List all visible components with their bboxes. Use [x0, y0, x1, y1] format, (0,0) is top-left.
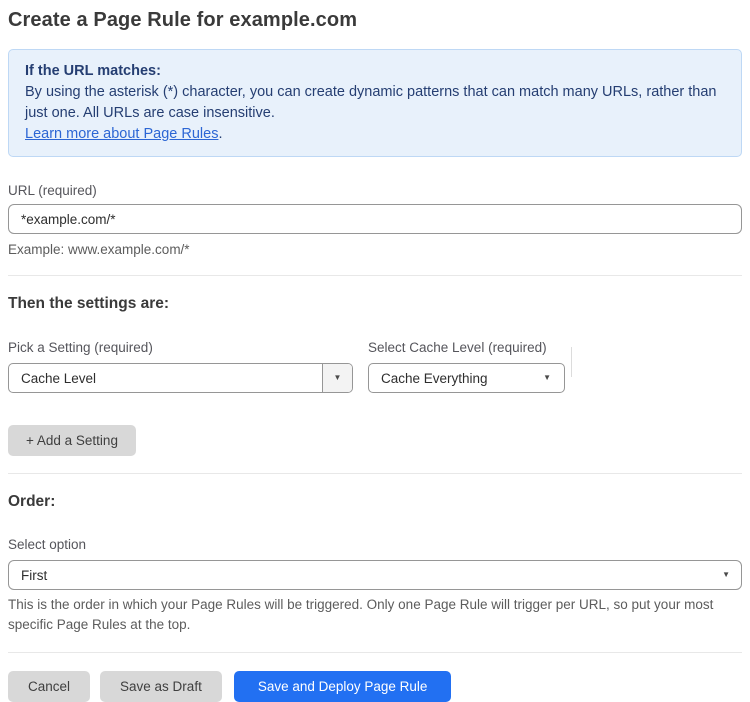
settings-row: Pick a Setting (required) Cache Level ▼ …	[8, 340, 742, 393]
order-select-value: First	[21, 567, 48, 583]
save-as-draft-button[interactable]: Save as Draft	[100, 671, 222, 702]
chevron-down-icon: ▼	[543, 373, 551, 382]
page-rule-form: Create a Page Rule for example.com If th…	[0, 9, 750, 702]
chevron-down-icon: ▼	[722, 570, 730, 579]
chevron-down-icon: ▼	[333, 373, 342, 382]
order-section-heading: Order:	[8, 493, 56, 510]
cache-level-column-wrap: Select Cache Level (required) Cache Ever…	[368, 340, 572, 393]
divider	[8, 275, 742, 276]
url-input[interactable]	[8, 204, 742, 234]
url-example-helper: Example: www.example.com/*	[8, 242, 190, 257]
pick-setting-dropdown[interactable]: Cache Level ▼	[8, 363, 353, 393]
cache-level-label: Select Cache Level (required)	[368, 340, 547, 355]
cancel-button[interactable]: Cancel	[8, 671, 91, 702]
info-box-heading: If the URL matches:	[25, 63, 161, 79]
settings-section-heading: Then the settings are:	[8, 295, 170, 312]
order-select[interactable]: First ▼	[8, 560, 742, 590]
cache-level-dropdown[interactable]: Cache Everything ▼	[368, 363, 565, 393]
learn-more-link[interactable]: Learn more about Page Rules	[25, 126, 218, 142]
form-actions: Cancel Save as Draft Save and Deploy Pag…	[8, 671, 742, 702]
dropdown-arrow-button[interactable]: ▼	[322, 364, 352, 392]
save-and-deploy-button[interactable]: Save and Deploy Page Rule	[233, 671, 452, 702]
divider	[8, 652, 742, 653]
add-setting-button[interactable]: + Add a Setting	[8, 425, 136, 456]
order-select-label: Select option	[8, 537, 87, 552]
info-box-body: By using the asterisk (*) character, you…	[25, 84, 717, 121]
pick-setting-label: Pick a Setting (required)	[8, 340, 153, 355]
url-field-label: URL (required)	[8, 183, 97, 198]
cache-level-column: Select Cache Level (required) Cache Ever…	[368, 340, 565, 393]
setting-column-divider	[571, 347, 572, 377]
order-helper-text: This is the order in which your Page Rul…	[8, 597, 714, 632]
pick-setting-column: Pick a Setting (required) Cache Level ▼	[8, 340, 353, 393]
divider	[8, 473, 742, 474]
info-box-link-line: Learn more about Page Rules.	[25, 124, 725, 145]
link-period: .	[218, 126, 223, 142]
page-title: Create a Page Rule for example.com	[8, 9, 358, 31]
pick-setting-value: Cache Level	[21, 370, 97, 386]
cache-level-value: Cache Everything	[381, 370, 488, 386]
url-match-info-box: If the URL matches: By using the asteris…	[8, 49, 742, 157]
